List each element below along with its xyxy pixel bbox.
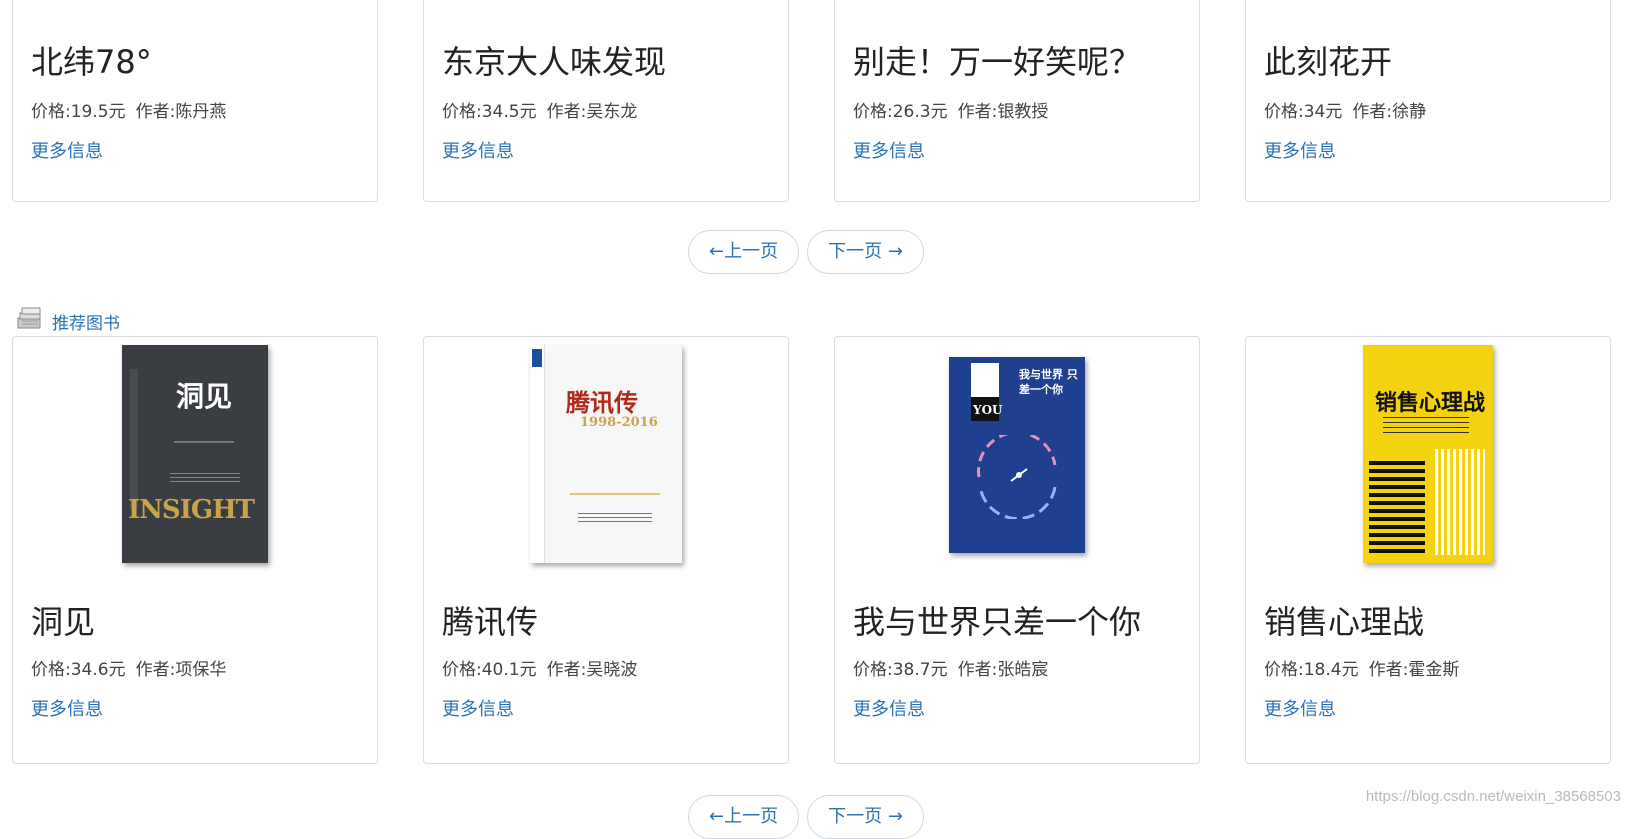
book-title: 腾讯传: [442, 603, 539, 641]
book-price: 价格:34.5元: [442, 102, 537, 122]
book-cover-image[interactable]: 洞见 INSIGHT: [122, 345, 268, 563]
book-title: 销售心理战: [1264, 603, 1425, 641]
book-author: 作者:陈丹燕: [135, 102, 227, 122]
more-info-link[interactable]: 更多信息: [442, 137, 514, 163]
book-meta: 价格:18.4元 作者:霍金斯: [1264, 655, 1459, 680]
book-meta: 价格:38.7元 作者:张皓宸: [853, 655, 1048, 680]
pagination: ←上一页 下一页 →: [688, 795, 924, 839]
more-info-link[interactable]: 更多信息: [853, 137, 925, 163]
book-meta: 价格:34元 作者:徐静: [1264, 97, 1426, 122]
book-card: YOU 我与世界 只差一个你 我与世界只差一个你 价格:38.7元 作者:张皓宸 …: [834, 336, 1200, 764]
book-author: 作者:项保华: [135, 660, 227, 680]
next-page-button[interactable]: 下一页 →: [807, 795, 924, 839]
book-price: 价格:40.1元: [442, 660, 537, 680]
more-info-link[interactable]: 更多信息: [442, 695, 514, 721]
books-stack-icon: [16, 306, 44, 336]
book-card: 此刻花开 价格:34元 作者:徐静 更多信息: [1245, 0, 1611, 202]
next-page-button[interactable]: 下一页 →: [807, 230, 924, 274]
book-price: 价格:38.7元: [853, 660, 948, 680]
book-price: 价格:34.6元: [31, 660, 126, 680]
top-book-grid: 北纬78° 价格:19.5元 作者:陈丹燕 更多信息 东京大人味发现 价格:34.…: [12, 0, 1611, 202]
book-meta: 价格:40.1元 作者:吴晓波: [442, 655, 637, 680]
cover-subtitle: YOU: [973, 403, 1003, 417]
book-title: 此刻花开: [1264, 43, 1393, 81]
book-meta: 价格:34.6元 作者:项保华: [31, 655, 226, 680]
cover-title: 销售心理战: [1375, 390, 1486, 416]
book-title: 别走！万一好笑呢？: [853, 43, 1142, 81]
book-meta: 价格:34.5元 作者:吴东龙: [442, 97, 637, 122]
book-price: 价格:18.4元: [1264, 660, 1359, 680]
book-card: 洞见 INSIGHT 洞见 价格:34.6元 作者:项保华 更多信息: [12, 336, 378, 764]
book-meta: 价格:19.5元 作者:陈丹燕: [31, 97, 226, 122]
book-card: 北纬78° 价格:19.5元 作者:陈丹燕 更多信息: [12, 0, 378, 202]
book-title: 我与世界只差一个你: [853, 603, 1142, 641]
book-card: 别走！万一好笑呢？ 价格:26.3元 作者:银教授 更多信息: [834, 0, 1200, 202]
pagination: ←上一页 下一页 →: [688, 230, 924, 274]
book-author: 作者:徐静: [1352, 102, 1427, 122]
book-title: 洞见: [31, 603, 96, 641]
watermark-text: https://blog.csdn.net/weixin_38568503: [1365, 788, 1621, 805]
prev-page-button[interactable]: ←上一页: [688, 795, 800, 839]
cover-title: 我与世界 只差一个你: [1019, 368, 1078, 396]
more-info-link[interactable]: 更多信息: [853, 695, 925, 721]
book-card: 腾讯传 1998-2016 腾讯传 价格:40.1元 作者:吴晓波 更多信息: [423, 336, 789, 764]
more-info-link[interactable]: 更多信息: [31, 137, 103, 163]
book-title: 东京大人味发现: [442, 43, 667, 81]
prev-page-button[interactable]: ←上一页: [688, 230, 800, 274]
book-price: 价格:19.5元: [31, 102, 126, 122]
book-author: 作者:银教授: [957, 102, 1049, 122]
more-info-link[interactable]: 更多信息: [31, 695, 103, 721]
cover-title: 洞见: [176, 380, 233, 413]
cover-subtitle: 1998-2016: [580, 415, 658, 430]
book-card: 销售心理战 销售心理战 价格:18.4元 作者:霍金斯 更多信息: [1245, 336, 1611, 764]
section-title: 推荐图书: [52, 313, 120, 334]
book-price: 价格:34元: [1264, 102, 1343, 122]
more-info-link[interactable]: 更多信息: [1264, 137, 1336, 163]
book-cover-image[interactable]: YOU 我与世界 只差一个你: [949, 357, 1085, 553]
section-header: 推荐图书: [16, 306, 120, 336]
book-author: 作者:吴晓波: [546, 660, 638, 680]
book-cover-image[interactable]: 销售心理战: [1363, 345, 1493, 563]
book-author: 作者:张皓宸: [957, 660, 1049, 680]
book-author: 作者:霍金斯: [1368, 660, 1460, 680]
book-meta: 价格:26.3元 作者:银教授: [853, 97, 1048, 122]
book-author: 作者:吴东龙: [546, 102, 638, 122]
cover-subtitle: INSIGHT: [128, 495, 255, 525]
cover-title: 腾讯传: [566, 388, 638, 417]
book-cover-image[interactable]: 腾讯传 1998-2016: [530, 345, 682, 563]
more-info-link[interactable]: 更多信息: [1264, 695, 1336, 721]
book-price: 价格:26.3元: [853, 102, 948, 122]
book-title: 北纬78°: [31, 43, 152, 81]
book-card: 东京大人味发现 价格:34.5元 作者:吴东龙 更多信息: [423, 0, 789, 202]
recommended-book-grid: 洞见 INSIGHT 洞见 价格:34.6元 作者:项保华 更多信息 腾讯传 19…: [12, 336, 1611, 764]
